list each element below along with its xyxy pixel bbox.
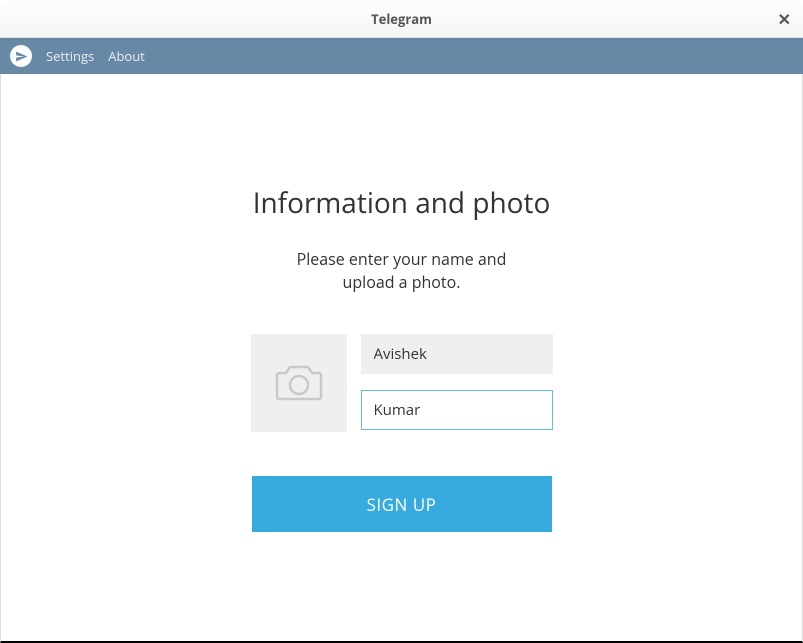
last-name-input[interactable]	[361, 390, 553, 430]
camera-icon	[275, 363, 323, 403]
close-icon[interactable]: ✕	[778, 11, 791, 27]
paper-plane-icon	[15, 50, 28, 63]
window-titlebar: Telegram ✕	[0, 0, 803, 38]
page-subtitle: Please enter your name and upload a phot…	[297, 248, 507, 294]
telegram-app-icon[interactable]	[10, 45, 32, 67]
signup-button[interactable]: SIGN UP	[252, 476, 552, 532]
menubar: Settings About	[0, 38, 803, 74]
page-heading: Information and photo	[253, 184, 551, 222]
subtitle-line-2: upload a photo.	[343, 271, 461, 293]
signup-form-area: Information and photo Please enter your …	[0, 74, 803, 643]
window-title: Telegram	[371, 10, 432, 28]
subtitle-line-1: Please enter your name and	[297, 248, 507, 270]
form-row	[251, 334, 553, 432]
menu-settings[interactable]: Settings	[46, 47, 94, 65]
photo-upload-button[interactable]	[251, 334, 347, 432]
name-fields	[361, 334, 553, 432]
first-name-input[interactable]	[361, 334, 553, 374]
menu-about[interactable]: About	[108, 47, 145, 65]
